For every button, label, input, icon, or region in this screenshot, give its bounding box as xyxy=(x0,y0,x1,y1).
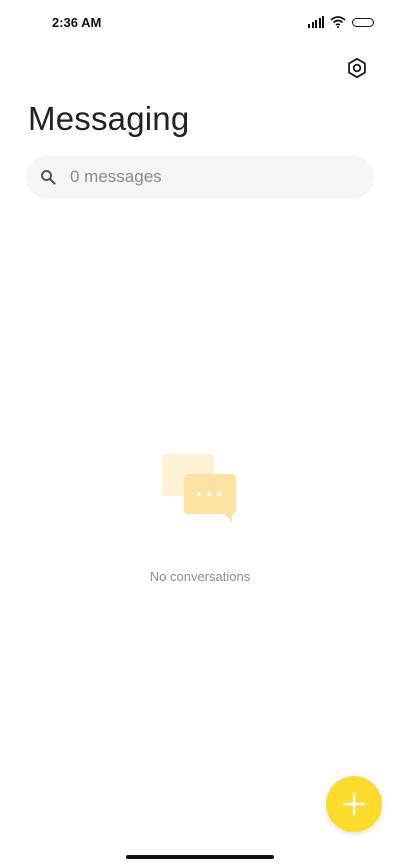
search-input[interactable]: 0 messages xyxy=(70,167,162,187)
chat-bubbles-icon xyxy=(162,454,236,522)
status-bar: 2:36 AM xyxy=(0,0,400,46)
plus-icon xyxy=(342,792,366,816)
new-conversation-button[interactable] xyxy=(326,776,382,832)
status-time: 2:36 AM xyxy=(52,15,102,30)
wifi-icon xyxy=(330,16,346,28)
home-indicator[interactable] xyxy=(126,855,274,859)
search-bar[interactable]: 0 messages xyxy=(26,155,374,199)
status-icons xyxy=(308,14,374,30)
search-icon xyxy=(40,168,58,186)
page-title: Messaging xyxy=(28,100,190,137)
signal-icon xyxy=(308,16,324,28)
empty-state-text: No conversations xyxy=(149,569,251,584)
gear-icon xyxy=(348,57,366,79)
battery-icon xyxy=(352,17,374,27)
settings-button[interactable] xyxy=(343,54,371,82)
